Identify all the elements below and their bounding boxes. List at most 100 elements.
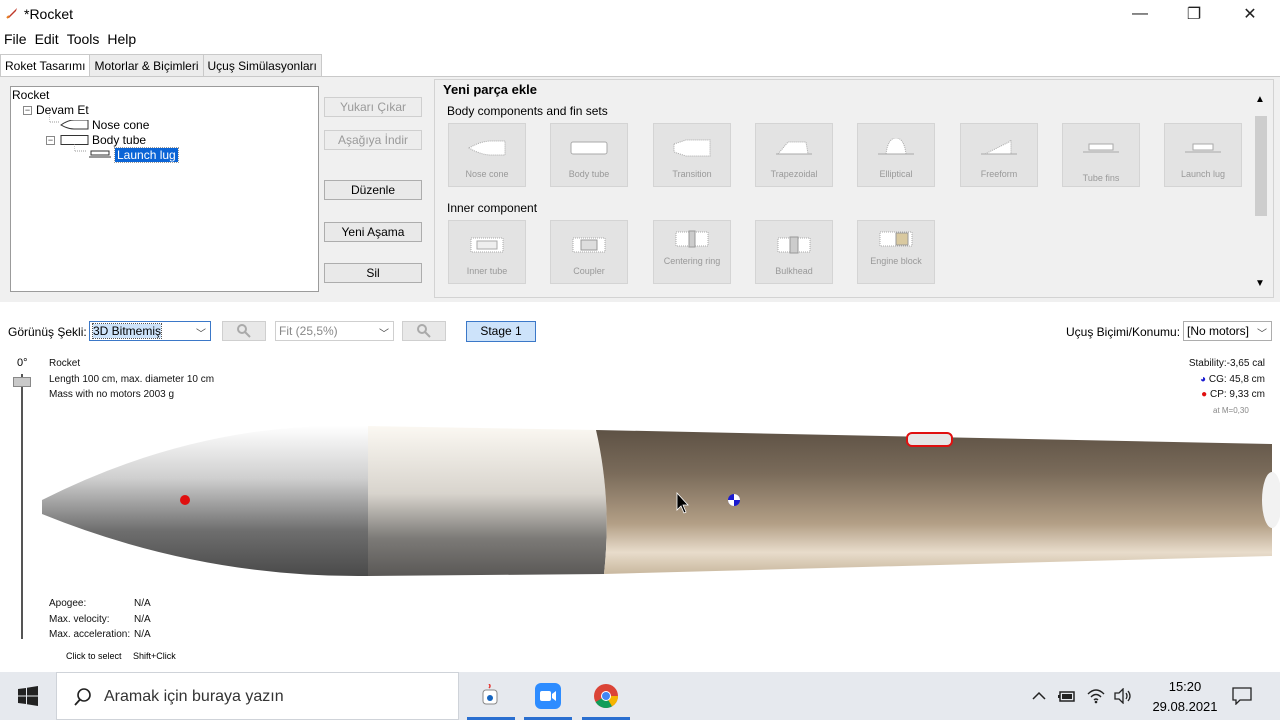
new-stage-button[interactable]: Yeni Aşama xyxy=(324,222,422,242)
rotation-slider[interactable] xyxy=(21,374,23,639)
tree-item-nose-cone[interactable]: Nose cone xyxy=(92,118,149,132)
body-components-label: Body components and fin sets xyxy=(447,104,608,118)
add-launch-lug-button[interactable]: Launch lug xyxy=(1164,123,1242,187)
stage-1-toggle[interactable]: Stage 1 xyxy=(466,321,536,342)
taskbar-zoom-app[interactable] xyxy=(520,672,576,720)
stability-info: Stability:-3,65 cal ◕ CG: 45,8 cm ● CP: … xyxy=(1150,356,1265,418)
rotation-slider-thumb[interactable] xyxy=(13,377,31,387)
cp-legend-icon: ● xyxy=(1201,389,1208,400)
scroll-thumb[interactable] xyxy=(1255,116,1267,216)
add-trapezoidal-fin-button[interactable]: Trapezoidal xyxy=(755,123,833,187)
battery-glyph xyxy=(1058,691,1075,702)
tree-item-launch-lug-label[interactable]: Launch lug xyxy=(114,147,179,163)
elliptical-fin-icon xyxy=(878,138,914,155)
view-type-label: Görünüş Şekli: xyxy=(8,325,87,339)
hint-click: Click to select xyxy=(66,651,122,661)
taskbar-rocket-app[interactable] xyxy=(463,672,519,720)
add-centering-ring-button[interactable]: Centering ring xyxy=(653,220,731,284)
menu-file[interactable]: File xyxy=(0,29,31,49)
add-inner-tube-button[interactable]: Inner tube xyxy=(448,220,526,284)
rocket-app-icon xyxy=(6,8,17,19)
tray-chevron-up-icon[interactable] xyxy=(1028,672,1050,720)
add-bulkhead-button[interactable]: Bulkhead xyxy=(755,220,833,284)
cg-legend-icon: ◕ xyxy=(1200,373,1207,385)
add-coupler-button[interactable]: Coupler xyxy=(550,220,628,284)
launch-lug-shape[interactable] xyxy=(906,432,953,447)
tab-motors[interactable]: Motorlar & Biçimleri xyxy=(89,54,204,76)
view-toolbar: Görünüş Şekli: 3D Bitmemiş ﹀ Fit (25,5%)… xyxy=(0,316,1280,346)
notifications-icon[interactable] xyxy=(1230,672,1254,720)
part-label: Nose cone xyxy=(465,169,509,179)
zoom-out-button[interactable] xyxy=(402,321,446,341)
add-transition-button[interactable]: Transition xyxy=(653,123,731,187)
menu-tools[interactable]: Tools xyxy=(63,29,104,49)
scroll-up-icon[interactable]: ▲ xyxy=(1255,94,1265,105)
cg-value: CG: 45,8 cm xyxy=(1208,373,1265,385)
move-up-button[interactable]: Yukarı Çıkar xyxy=(324,97,422,117)
velocity-value: N/A xyxy=(134,613,151,625)
trapezoidal-fin-icon xyxy=(776,141,812,155)
coupler-icon xyxy=(572,237,606,253)
delete-button[interactable]: Sil xyxy=(324,263,422,283)
view-type-select[interactable]: 3D Bitmemiş ﹀ xyxy=(89,321,211,341)
flight-config-select[interactable]: [No motors] ﹀ xyxy=(1183,321,1272,341)
app-window: *Rocket — ❐ ✕ File Edit Tools Help Roket… xyxy=(0,0,1280,720)
stability-value: Stability:-3,65 cal xyxy=(1188,358,1265,369)
menu-edit[interactable]: Edit xyxy=(31,29,63,49)
magnifier-icon xyxy=(417,324,431,338)
chevron-down-icon: ﹀ xyxy=(196,329,206,340)
add-engine-block-button[interactable]: Engine block xyxy=(857,220,935,284)
maximize-button[interactable]: ❐ xyxy=(1171,0,1217,28)
tab-rocket-design[interactable]: Roket Tasarımı xyxy=(0,54,91,77)
taskbar-chrome-app[interactable] xyxy=(578,672,634,720)
battery-icon[interactable] xyxy=(1056,672,1078,720)
collapse-icon[interactable]: − xyxy=(46,136,55,145)
add-part-panel: Yeni parça ekle Body components and fin … xyxy=(434,79,1274,298)
taskbar-search-box[interactable]: Aramak için buraya yazın xyxy=(56,672,459,720)
magnifier-icon xyxy=(237,324,251,338)
search-placeholder: Aramak için buraya yazın xyxy=(104,688,284,705)
add-nose-cone-button[interactable]: Nose cone xyxy=(448,123,526,187)
part-label: Transition xyxy=(672,169,712,179)
menu-help[interactable]: Help xyxy=(103,29,140,49)
component-tree[interactable]: Rocket − Devam Et Nose cone − Body tube xyxy=(10,86,319,292)
add-body-tube-button[interactable]: Body tube xyxy=(550,123,628,187)
tab-flight-simulations[interactable]: Uçuş Simülasyonları xyxy=(202,54,322,76)
add-freeform-fin-button[interactable]: Freeform xyxy=(960,123,1038,187)
centering-ring-icon xyxy=(675,230,709,248)
mach-value: at M=0,30 xyxy=(1213,405,1249,415)
edit-button[interactable]: Düzenle xyxy=(324,180,422,200)
body-tube-icon xyxy=(570,141,608,155)
cp-value: CP: 9,33 cm xyxy=(1209,389,1265,400)
body-tube-shape[interactable] xyxy=(596,430,1272,574)
rocket-3d-view[interactable]: 0° Rocket Length 100 cm, max. diameter 1… xyxy=(0,350,1280,668)
tree-item-rocket[interactable]: Rocket xyxy=(12,88,49,102)
add-tube-fins-button[interactable]: Tube fins xyxy=(1062,123,1140,187)
cp-marker xyxy=(180,495,190,505)
scroll-down-icon[interactable]: ▼ xyxy=(1255,278,1265,289)
tree-item-launch-lug[interactable]: Launch lug xyxy=(114,147,179,163)
rocket-info: Rocket Length 100 cm, max. diameter 10 c… xyxy=(49,356,214,403)
taskbar-clock[interactable]: 15:20 29.08.2021 xyxy=(1140,677,1230,717)
collapse-icon[interactable]: − xyxy=(23,106,32,115)
start-button[interactable] xyxy=(0,672,56,720)
search-icon xyxy=(74,688,91,706)
main-tabs: Roket Tasarımı Motorlar & Biçimleri Uçuş… xyxy=(0,54,322,77)
zoom-in-button[interactable] xyxy=(222,321,266,341)
add-elliptical-fin-button[interactable]: Elliptical xyxy=(857,123,935,187)
zoom-app-icon xyxy=(535,683,561,709)
move-down-button[interactable]: Aşağıya İndir xyxy=(324,130,422,150)
zoom-select[interactable]: Fit (25,5%) ﹀ xyxy=(275,321,394,341)
nose-cone-shape[interactable] xyxy=(42,425,368,577)
velocity-label: Max. velocity: xyxy=(49,613,110,625)
chrome-icon xyxy=(594,684,618,709)
nose-shoulder-shape[interactable] xyxy=(368,426,607,576)
freeform-fin-icon xyxy=(981,138,1017,155)
close-button[interactable]: ✕ xyxy=(1227,0,1273,28)
parts-scrollbar[interactable]: ▲ ▼ xyxy=(1253,94,1267,292)
wifi-icon[interactable] xyxy=(1085,672,1107,720)
volume-icon[interactable] xyxy=(1112,672,1134,720)
nose-cone-icon xyxy=(60,120,89,130)
rotation-angle: 0° xyxy=(17,357,28,369)
minimize-button[interactable]: — xyxy=(1117,0,1163,28)
